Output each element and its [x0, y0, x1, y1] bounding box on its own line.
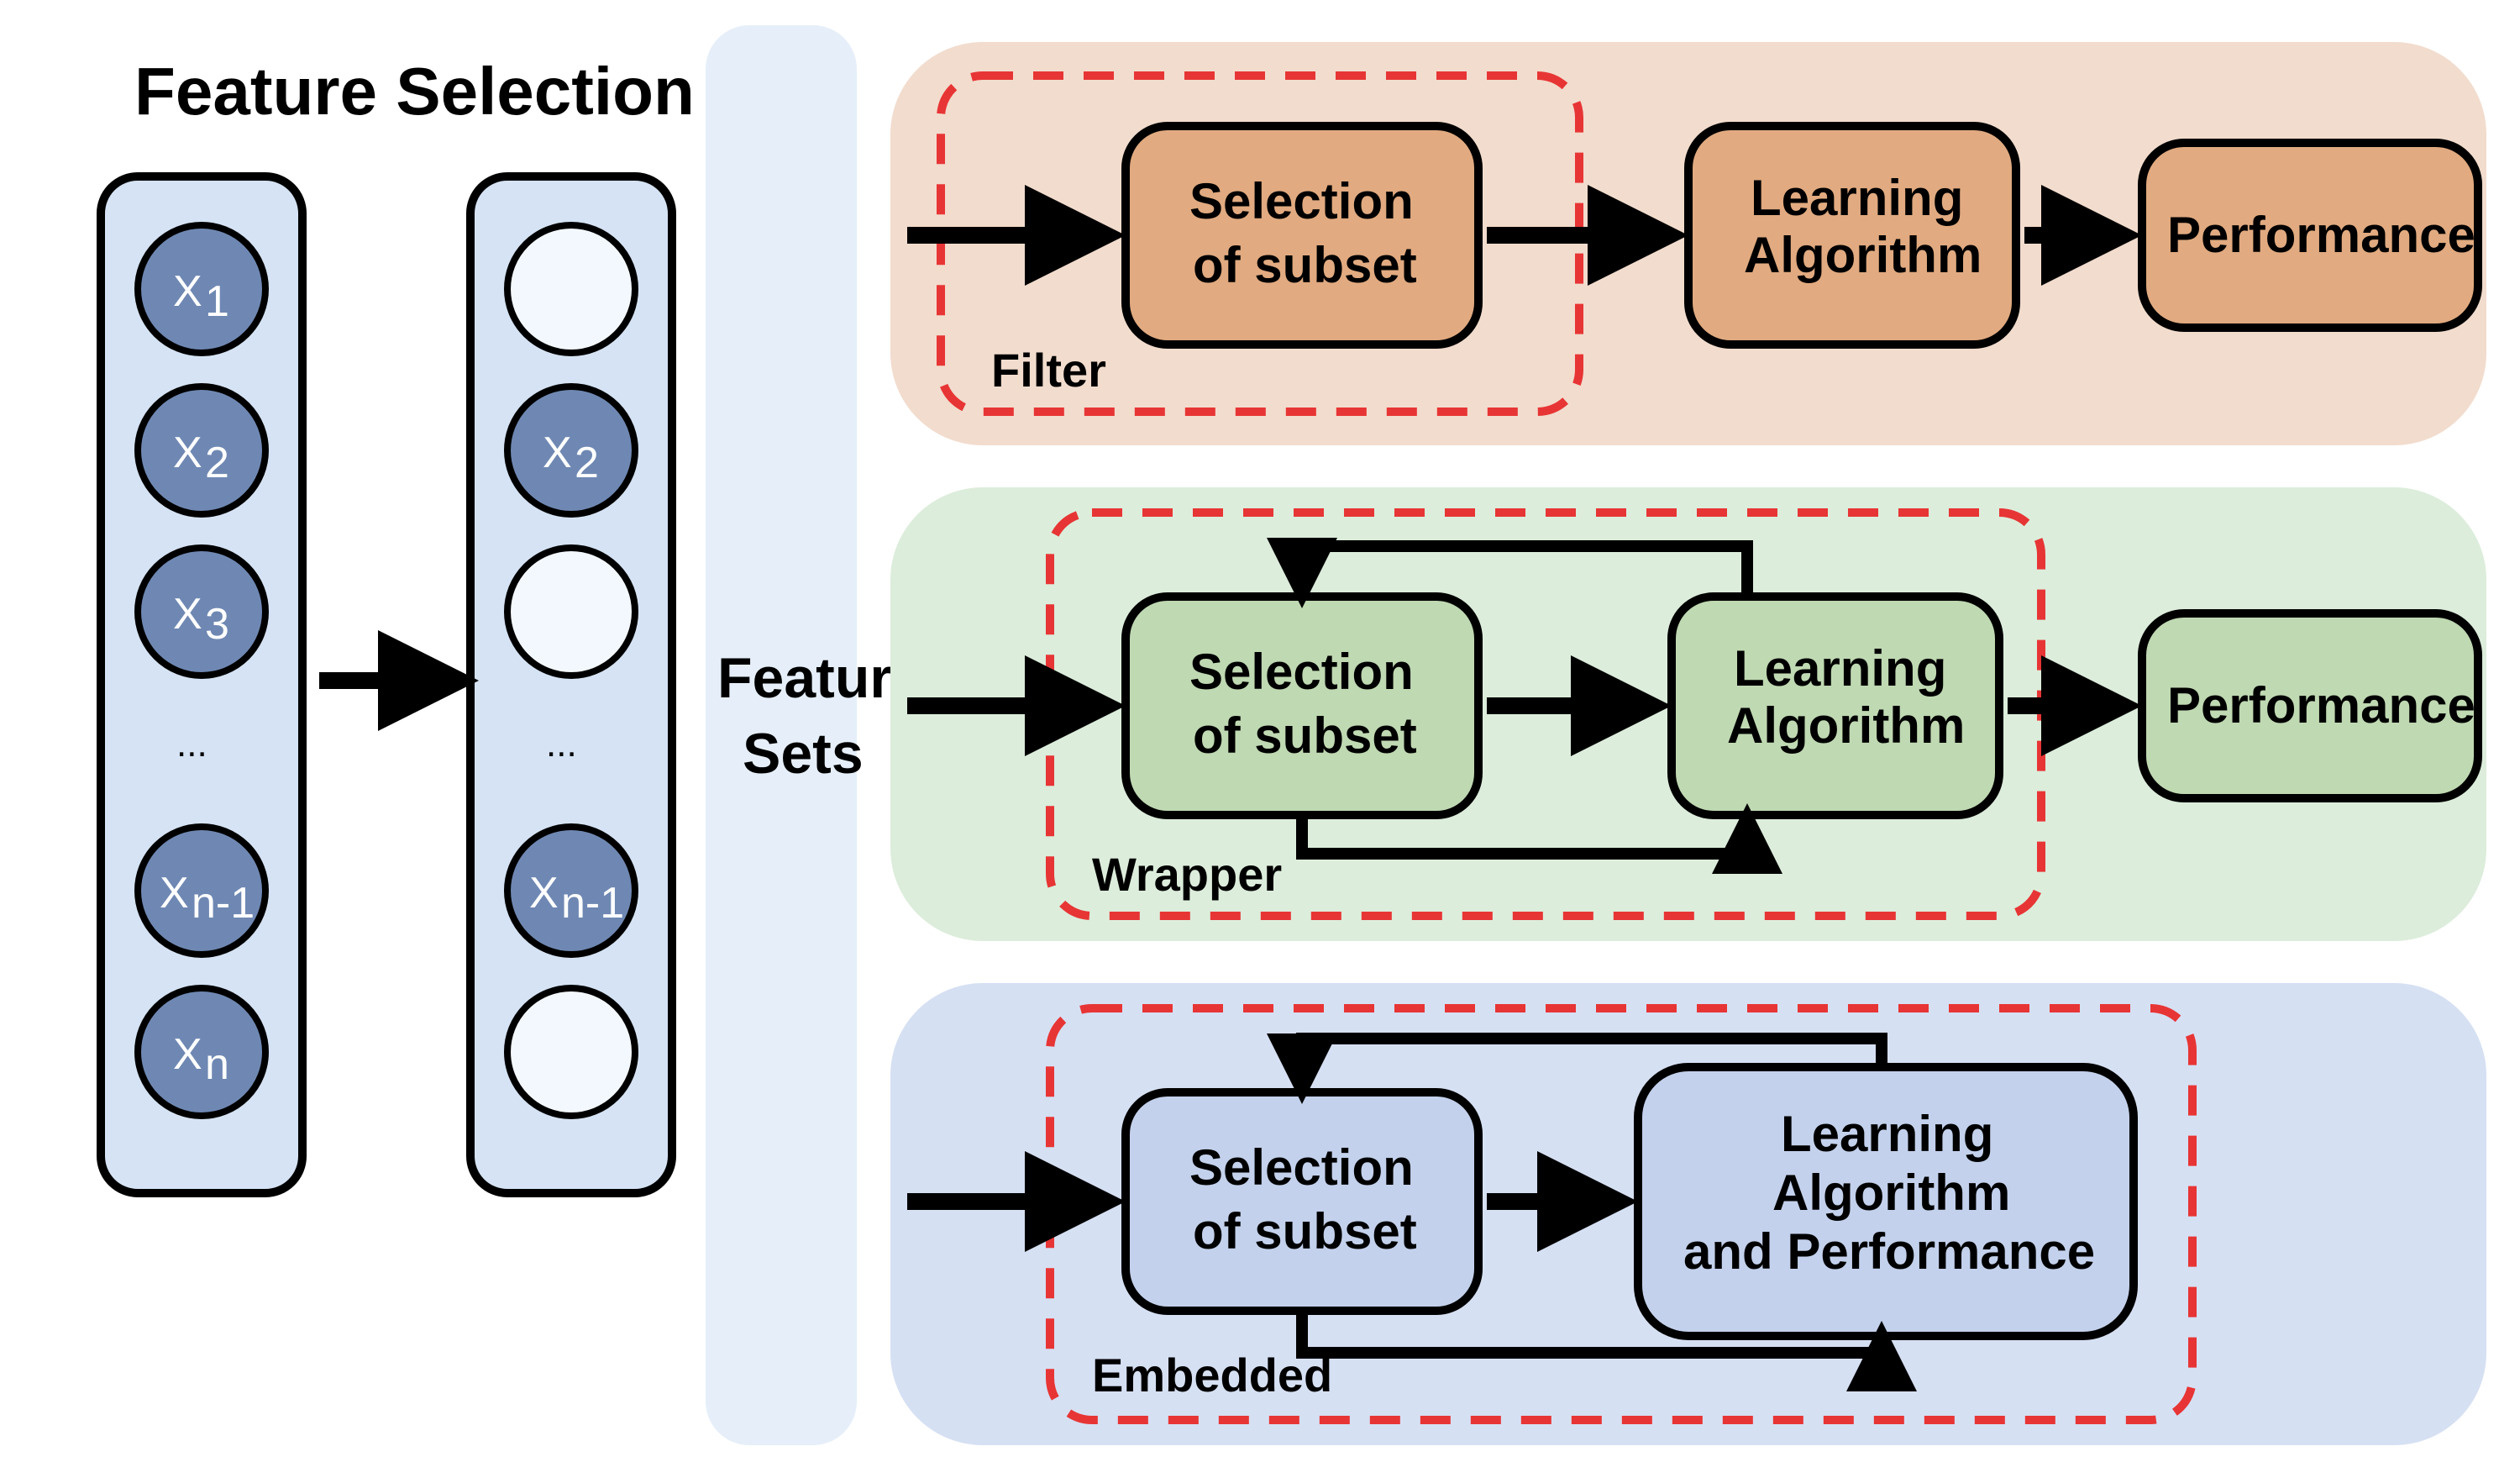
embedded-box1-l1: Selection	[1189, 1139, 1414, 1196]
svg-text:1: 1	[205, 277, 229, 326]
svg-text:X: X	[543, 429, 572, 477]
filter-box2-l1: Learning	[1751, 170, 1963, 226]
filter-box3-text: Performance	[2167, 207, 2475, 263]
wrapper-box1	[1126, 597, 1478, 815]
title-text: Feature Selection	[134, 54, 695, 129]
svg-text:n-1: n-1	[561, 879, 624, 928]
filter-box1-l1: Selection	[1189, 173, 1414, 229]
svg-text:n: n	[205, 1040, 229, 1089]
wrapper-box2-l2: Algorithm	[1727, 697, 1965, 754]
svg-text:2: 2	[575, 439, 599, 487]
filter-label: Filter	[991, 344, 1106, 397]
wrapper-box3-text: Performance	[2167, 677, 2475, 734]
embedded-box2-l1: Learning	[1781, 1106, 1993, 1162]
svg-text:X: X	[173, 590, 202, 639]
filter-box1	[1126, 126, 1478, 344]
svg-text:2: 2	[205, 439, 229, 487]
svg-text:X: X	[173, 267, 202, 316]
embedded-box2-l2: Algorithm	[1772, 1165, 2010, 1221]
wrapper-box2-l1: Learning	[1734, 640, 1946, 697]
feature-sets-label-2: Sets	[743, 722, 864, 786]
svg-text:X: X	[173, 1030, 202, 1079]
filter-box2-l2: Algorithm	[1744, 227, 1982, 283]
svg-text:X: X	[173, 429, 202, 477]
wrapper-label: Wrapper	[1092, 848, 1282, 901]
wrapper-box1-l1: Selection	[1189, 644, 1414, 700]
svg-text:...: ...	[546, 723, 577, 765]
svg-text:X: X	[160, 869, 189, 918]
svg-text:X: X	[529, 869, 559, 918]
svg-text:3: 3	[205, 600, 229, 649]
svg-text:...: ...	[176, 723, 207, 765]
embedded-box2-l3: and Performance	[1683, 1223, 2095, 1280]
filter-box1-l2: of subset	[1193, 237, 1417, 293]
embedded-box1	[1126, 1092, 1478, 1311]
wrapper-box1-l2: of subset	[1193, 707, 1417, 764]
embedded-box1-l2: of subset	[1193, 1203, 1417, 1260]
svg-text:n-1: n-1	[192, 879, 255, 928]
diagram-canvas: Feature Selection X1 X2 X3 ... Xn-1 Xn X…	[0, 0, 2520, 1462]
